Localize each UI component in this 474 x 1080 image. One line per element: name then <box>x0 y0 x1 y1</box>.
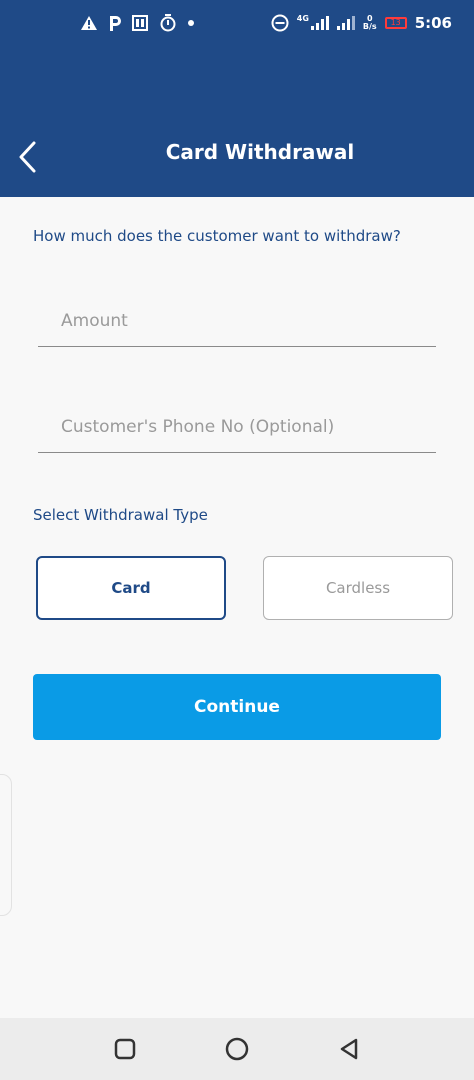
withdrawal-type-label: Select Withdrawal Type <box>33 506 208 524</box>
amount-field <box>38 298 436 347</box>
back-triangle-icon <box>340 1038 358 1060</box>
app-header: 4G 0 B/s 13 5:06 Card Withdrawal <box>0 0 474 197</box>
cardless-option-button[interactable]: Cardless <box>263 556 453 620</box>
cardless-option-label: Cardless <box>325 579 391 597</box>
recents-button[interactable] <box>112 1036 138 1062</box>
warning-icon <box>81 16 97 30</box>
amount-input[interactable] <box>59 298 433 344</box>
page-title: Card Withdrawal <box>165 140 355 164</box>
signal-icon <box>310 16 329 30</box>
network-type-label: 4G <box>296 13 309 23</box>
signal-icon <box>336 16 355 30</box>
side-edge-handle[interactable] <box>0 774 12 916</box>
status-time: 5:06 <box>414 14 452 32</box>
recents-icon <box>114 1038 136 1060</box>
data-rate: 0 B/s <box>363 15 377 31</box>
card-option-button[interactable]: Card <box>36 556 226 620</box>
status-bar: 4G 0 B/s 13 5:06 <box>0 0 474 54</box>
status-left-icons <box>80 14 196 32</box>
dot-icon <box>188 20 194 26</box>
phone-field <box>38 404 436 453</box>
home-icon <box>225 1037 249 1061</box>
continue-label: Continue <box>194 697 280 717</box>
system-nav-bar <box>0 1018 474 1080</box>
data-rate-unit: B/s <box>362 22 377 31</box>
stopwatch-icon <box>160 14 176 32</box>
battery-level: 13 <box>390 18 401 27</box>
card-option-label: Card <box>111 579 151 597</box>
parking-icon <box>110 15 121 31</box>
continue-button[interactable]: Continue <box>33 674 441 740</box>
dnd-icon <box>271 14 289 32</box>
amount-question: How much does the customer want to withd… <box>33 227 401 245</box>
home-button[interactable] <box>224 1036 250 1062</box>
cast-icon <box>132 14 148 31</box>
back-nav-button[interactable] <box>336 1036 362 1062</box>
battery-icon: 13 <box>384 17 407 29</box>
phone-input[interactable] <box>59 404 433 450</box>
status-right-icons: 4G 0 B/s 13 5:06 <box>271 14 452 32</box>
